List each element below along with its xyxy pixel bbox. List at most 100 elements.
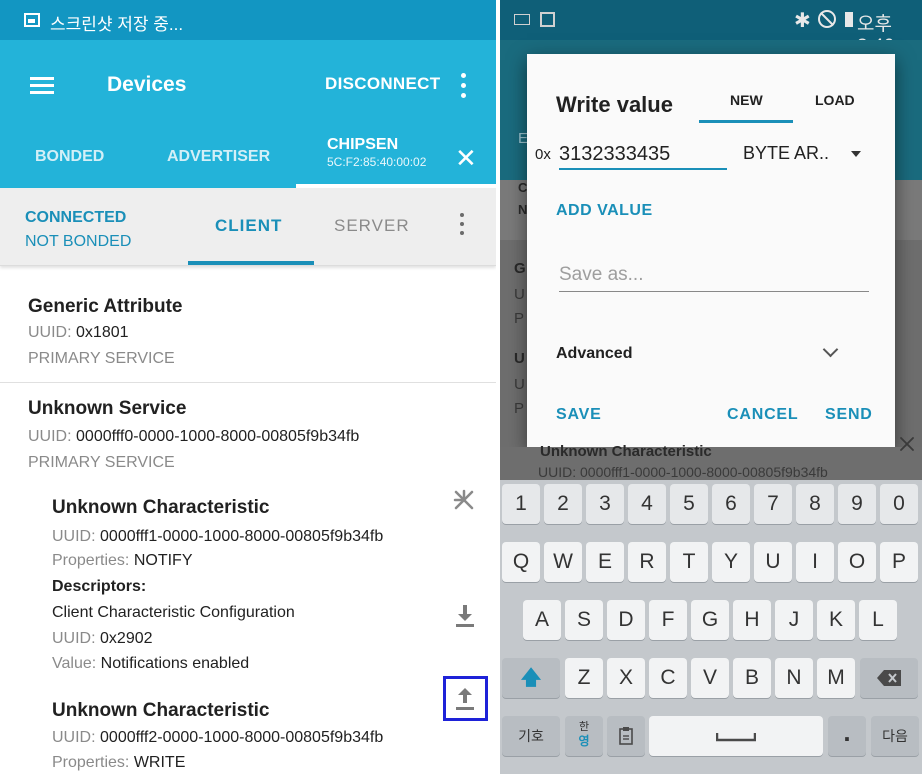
key-7[interactable]: 7 (754, 484, 792, 524)
key-9[interactable]: 9 (838, 484, 876, 524)
tab-server[interactable]: SERVER (334, 216, 410, 236)
backspace-icon[interactable] (860, 658, 918, 698)
overflow-icon[interactable] (459, 73, 467, 99)
key-i[interactable]: I (796, 542, 834, 582)
key-d[interactable]: D (607, 600, 645, 640)
key-j[interactable]: J (775, 600, 813, 640)
key-q[interactable]: Q (502, 542, 540, 582)
chevron-down-icon[interactable] (822, 341, 839, 358)
keyboard: 1 2 3 4 5 6 7 8 9 0 Q W E R T Y U I O P … (500, 480, 922, 774)
send-button[interactable]: SEND (825, 406, 873, 424)
symbols-key[interactable]: 기호 (502, 716, 560, 756)
client-tab-indicator (188, 261, 314, 265)
block-icon (818, 10, 836, 28)
next-key[interactable]: 다음 (871, 716, 919, 756)
key-6[interactable]: 6 (712, 484, 750, 524)
value-input[interactable] (559, 140, 727, 170)
tab-chipsen-address: 5C:F2:85:40:00:02 (327, 155, 427, 169)
tab-chipsen-label: CHIPSEN (327, 136, 399, 153)
type-select[interactable]: BYTE AR.. (743, 143, 829, 164)
cancel-button[interactable]: CANCEL (727, 406, 798, 424)
connection-status: CONNECTED NOT BONDED (25, 206, 131, 254)
tab-new[interactable]: NEW (730, 92, 763, 108)
key-y[interactable]: Y (712, 542, 750, 582)
save-button[interactable]: SAVE (556, 406, 602, 424)
key-s[interactable]: S (565, 600, 603, 640)
peek-letter: U (514, 376, 525, 393)
key-x[interactable]: X (607, 658, 645, 698)
multi-notify-icon[interactable] (452, 488, 476, 512)
write-value-dialog: Write value NEW LOAD 0x BYTE AR.. ADD VA… (527, 54, 895, 447)
shift-icon[interactable]: 🡅 (502, 658, 560, 698)
key-w[interactable]: W (544, 542, 582, 582)
key-u[interactable]: U (754, 542, 792, 582)
overflow-icon[interactable] (458, 213, 466, 239)
add-value-button[interactable]: ADD VALUE (556, 202, 653, 220)
key-v[interactable]: V (691, 658, 729, 698)
language-key[interactable]: 한 영 (565, 716, 603, 756)
peek-characteristic-uuid: UUID: 0000fff1-0000-1000-8000-00805f9b34… (538, 464, 828, 480)
key-b[interactable]: B (733, 658, 771, 698)
space-icon[interactable] (649, 716, 823, 756)
status-bar: ✱ 오후 3:46 (500, 0, 922, 57)
key-4[interactable]: 4 (628, 484, 666, 524)
key-t[interactable]: T (670, 542, 708, 582)
battery-icon (845, 12, 853, 27)
close-icon[interactable]: ✕ (455, 143, 477, 174)
key-e[interactable]: E (586, 542, 624, 582)
status-bar: 스크린샷 저장 중... (0, 0, 496, 40)
tab-load[interactable]: LOAD (815, 92, 855, 108)
disconnect-button[interactable]: DISCONNECT (325, 74, 440, 94)
download-icon[interactable] (455, 603, 475, 627)
connection-tabs: CONNECTED NOT BONDED CLIENT SERVER (0, 188, 496, 266)
key-0[interactable]: 0 (880, 484, 918, 524)
characteristic-uuid: UUID: 0000fff1-0000-1000-8000-00805f9b34… (52, 528, 384, 545)
clipboard-icon[interactable] (607, 716, 645, 756)
save-as-input[interactable] (559, 258, 869, 292)
key-p[interactable]: P (880, 542, 918, 582)
key-2[interactable]: 2 (544, 484, 582, 524)
descriptor-name: Client Characteristic Configuration (52, 604, 295, 621)
advanced-toggle[interactable]: Advanced (556, 345, 632, 363)
peek-letter: U (514, 350, 525, 367)
upload-icon[interactable] (455, 686, 475, 710)
key-n[interactable]: N (775, 658, 813, 698)
tab-client[interactable]: CLIENT (215, 216, 282, 236)
characteristic-properties: Properties: NOTIFY (52, 552, 193, 569)
key-5[interactable]: 5 (670, 484, 708, 524)
key-a[interactable]: A (523, 600, 561, 640)
tab-chipsen[interactable]: CHIPSEN 5C:F2:85:40:00:02 (327, 136, 426, 169)
key-3[interactable]: 3 (586, 484, 624, 524)
characteristic-name: Unknown Characteristic (52, 700, 270, 721)
key-f[interactable]: F (649, 600, 687, 640)
characteristic-name: Unknown Characteristic (52, 497, 270, 518)
characteristic-properties: Properties: WRITE (52, 754, 186, 771)
service-name: Generic Attribute (28, 296, 183, 317)
descriptor-uuid: UUID: 0x2902 (52, 630, 153, 647)
peek-characteristic-name: Unknown Characteristic (540, 443, 712, 460)
key-l[interactable]: L (859, 600, 897, 640)
dropdown-arrow-icon[interactable] (851, 151, 861, 157)
key-k[interactable]: K (817, 600, 855, 640)
period-key[interactable]: . (828, 716, 866, 756)
key-1[interactable]: 1 (502, 484, 540, 524)
left-screen: 스크린샷 저장 중... Devices DISCONNECT BONDED A… (0, 0, 496, 774)
tab-bonded[interactable]: BONDED (35, 148, 104, 166)
service-uuid: UUID: 0000fff0-0000-1000-8000-00805f9b34… (28, 428, 360, 445)
tab-advertiser[interactable]: ADVERTISER (167, 148, 270, 166)
peek-letter: P (514, 310, 525, 327)
key-c[interactable]: C (649, 658, 687, 698)
key-m[interactable]: M (817, 658, 855, 698)
key-8[interactable]: 8 (796, 484, 834, 524)
language-key-top: 한 (578, 721, 590, 733)
key-r[interactable]: R (628, 542, 666, 582)
bluetooth-icon: ✱ (794, 10, 811, 32)
menu-icon[interactable] (30, 77, 54, 95)
key-h[interactable]: H (733, 600, 771, 640)
language-key-bottom: 영 (578, 734, 590, 748)
key-z[interactable]: Z (565, 658, 603, 698)
characteristic-uuid: UUID: 0000fff2-0000-1000-8000-00805f9b34… (52, 729, 384, 746)
key-g[interactable]: G (691, 600, 729, 640)
key-o[interactable]: O (838, 542, 876, 582)
tab-indicator (699, 120, 793, 123)
